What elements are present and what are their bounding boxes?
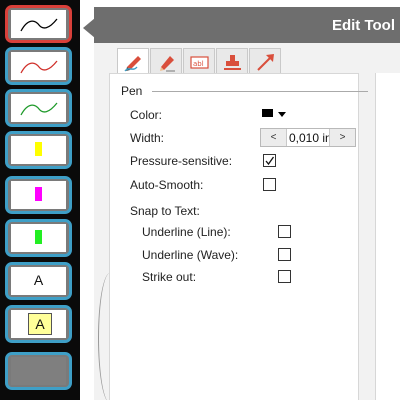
- strikeout-checkbox[interactable]: [278, 270, 291, 283]
- text-tool-preview: A: [11, 267, 66, 295]
- width-value-input[interactable]: 0,010 in: [289, 131, 329, 145]
- textbox-icon: abl: [190, 56, 209, 69]
- red-pen-preview: [11, 52, 66, 80]
- width-decrease-button[interactable]: <: [261, 129, 287, 146]
- underline-line-label: Underline (Line):: [142, 225, 231, 239]
- stamp-icon: [224, 55, 241, 70]
- green-highlighter-preview: [11, 224, 66, 252]
- tab-textbox[interactable]: abl: [183, 48, 215, 74]
- red-pen-tool[interactable]: [5, 47, 72, 85]
- right-pane: [375, 73, 400, 400]
- panel-body: abl Pen Color: Width: < 0,010 in > Press…: [94, 43, 400, 400]
- underline-wave-checkbox[interactable]: [278, 248, 291, 261]
- width-increase-button[interactable]: >: [329, 129, 355, 146]
- tool-strip: A A: [0, 0, 80, 400]
- empty-tool-slot[interactable]: [5, 352, 72, 390]
- group-title-pen: Pen: [121, 84, 143, 98]
- yellow-highlighter-preview: [11, 136, 66, 164]
- note-tool[interactable]: A: [5, 305, 72, 343]
- magenta-swatch: [35, 187, 42, 201]
- green-highlighter-tool[interactable]: [5, 219, 72, 257]
- black-stroke-icon: [20, 18, 58, 32]
- magenta-highlighter-preview: [11, 181, 66, 209]
- width-label: Width:: [130, 131, 165, 145]
- autosmooth-checkbox[interactable]: [263, 178, 276, 191]
- panel-titlebar: Edit Tool: [94, 7, 400, 43]
- svg-text:abl: abl: [193, 60, 204, 68]
- yellow-highlighter-tool[interactable]: [5, 131, 72, 169]
- black-pen-tool[interactable]: [5, 5, 72, 43]
- width-stepper[interactable]: < 0,010 in >: [260, 128, 356, 147]
- group-divider: [152, 91, 368, 92]
- green-pen-preview: [11, 94, 66, 122]
- panel-title: Edit Tool: [331, 17, 395, 34]
- text-tool[interactable]: A: [5, 262, 72, 300]
- yellow-swatch: [35, 142, 42, 156]
- note-tool-letter: A: [28, 313, 52, 335]
- black-pen-preview: [11, 10, 66, 38]
- color-label: Color:: [130, 108, 163, 122]
- text-tool-letter: A: [33, 272, 44, 288]
- green-stroke-icon: [20, 102, 58, 116]
- pressure-label: Pressure-sensitive:: [130, 154, 233, 168]
- underline-wave-label: Underline (Wave):: [142, 248, 239, 262]
- strikeout-label: Strike out:: [142, 270, 197, 284]
- green-swatch: [35, 230, 42, 244]
- tab-arrow[interactable]: [249, 48, 281, 74]
- chevron-down-icon[interactable]: [278, 112, 286, 117]
- empty-slot-preview: [11, 357, 66, 385]
- tab-stamp[interactable]: [216, 48, 248, 74]
- green-pen-tool[interactable]: [5, 89, 72, 127]
- checkmark-icon: [265, 156, 275, 166]
- pressure-checkbox[interactable]: [263, 154, 276, 167]
- pen-icon: [124, 56, 141, 72]
- note-tool-preview: A: [11, 310, 66, 338]
- snap-to-text-label: Snap to Text:: [130, 204, 200, 218]
- underline-line-checkbox[interactable]: [278, 225, 291, 238]
- magenta-highlighter-tool[interactable]: [5, 176, 72, 214]
- pencil-icon: [160, 56, 175, 72]
- tab-pencil[interactable]: [150, 48, 182, 74]
- red-stroke-icon: [20, 60, 58, 74]
- edit-tool-panel: Edit Tool abl Pen Color: Width: < 0,010 …: [80, 0, 400, 400]
- pen-settings: Pen Color: Width: < 0,010 in > Pressure-…: [109, 73, 368, 400]
- color-swatch[interactable]: [262, 109, 273, 117]
- autosmooth-label: Auto-Smooth:: [130, 178, 204, 192]
- tab-pen[interactable]: [117, 48, 149, 75]
- arrow-icon: [257, 54, 274, 71]
